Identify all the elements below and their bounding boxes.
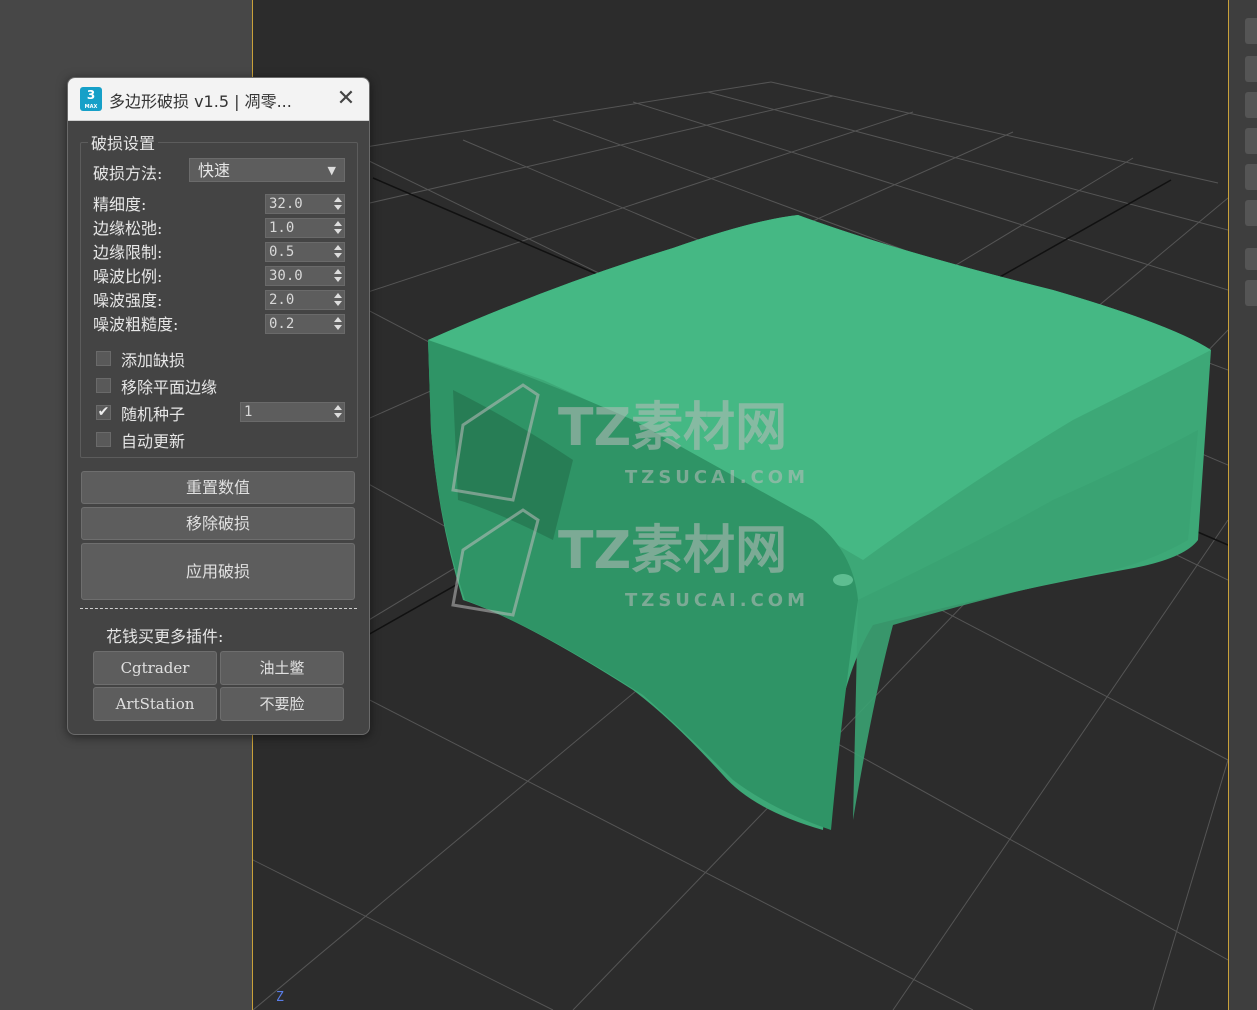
spinner-value[interactable]: 1 [244, 403, 252, 422]
3dsmax-app-icon: 3 MAX [80, 87, 102, 111]
app-icon-sub: MAX [84, 104, 98, 110]
right-toolbar-dropdown[interactable] [1245, 248, 1257, 270]
watermark-url-1: TZSUCAI.COM [625, 467, 809, 488]
param-label: 噪波强度: [93, 291, 163, 310]
right-toolbar [1229, 0, 1257, 1010]
param-label: 噪波比例: [93, 267, 163, 286]
noise-roughness-spinner[interactable]: 0.2 [265, 314, 345, 334]
param-label: 边缘松弛: [93, 219, 163, 238]
chevron-down-icon: ▼ [327, 164, 336, 177]
watermark-text-1: TZ素材网 [558, 398, 787, 458]
spinner-arrows-icon[interactable] [334, 196, 342, 212]
dialog-title: 多边形破损 v1.5 | 凋零... [109, 92, 292, 111]
spinner-arrows-icon[interactable] [334, 268, 342, 284]
artstation-link-button[interactable]: ArtStation [93, 687, 217, 721]
right-toolbar-button[interactable] [1245, 18, 1257, 44]
param-label: 边缘限制: [93, 243, 163, 262]
dialog-titlebar[interactable]: 3 MAX 多边形破损 v1.5 | 凋零... ✕ [68, 78, 369, 121]
noise-scale-spinner[interactable]: 30.0 [265, 266, 345, 286]
spinner-value[interactable]: 2.0 [269, 291, 294, 310]
spinner-value[interactable]: 32.0 [269, 195, 303, 214]
checkbox-label: 随机种子 [121, 405, 186, 424]
spinner-arrows-icon[interactable] [334, 244, 342, 260]
spinner-value[interactable]: 0.2 [269, 315, 294, 334]
promo-label: 花钱买更多插件: [106, 627, 224, 646]
edge-relax-spinner[interactable]: 1.0 [265, 218, 345, 238]
checkbox-label: 移除平面边缘 [121, 378, 218, 397]
random-seed-checkbox[interactable]: ✔ [96, 405, 111, 420]
viewport-scene: TZ素材网 TZSUCAI.COM TZ素材网 TZSUCAI.COM [253, 81, 1228, 1010]
app-icon-label: 3 [86, 88, 96, 102]
param-label: 噪波粗糙度: [93, 315, 179, 334]
checkbox-label: 自动更新 [121, 432, 186, 451]
param-label: 精细度: [93, 195, 147, 214]
axis-gizmo-z: Z [276, 990, 284, 1005]
separator [80, 608, 357, 609]
spinner-arrows-icon[interactable] [334, 404, 342, 420]
shameless-link-button[interactable]: 不要脸 [220, 687, 344, 721]
spinner-value[interactable]: 1.0 [269, 219, 294, 238]
broken-box-object[interactable] [428, 215, 1211, 830]
edge-limit-spinner[interactable]: 0.5 [265, 242, 345, 262]
remove-flat-edges-checkbox[interactable] [96, 378, 111, 393]
spinner-value[interactable]: 0.5 [269, 243, 294, 262]
checkbox-label: 添加缺损 [121, 351, 186, 370]
seed-spinner[interactable]: 1 [240, 402, 345, 422]
spinner-arrows-icon[interactable] [334, 316, 342, 332]
watermark-url-2: TZSUCAI.COM [625, 590, 809, 611]
reset-values-button[interactable]: 重置数值 [81, 471, 355, 504]
right-toolbar-button[interactable] [1245, 128, 1257, 154]
close-icon[interactable]: ✕ [331, 84, 361, 114]
watermark-text-2: TZ素材网 [558, 521, 787, 581]
method-dropdown[interactable]: 快速 ▼ [189, 158, 345, 182]
youtube-link-button[interactable]: 油土鳖 [220, 651, 344, 685]
spinner-value[interactable]: 30.0 [269, 267, 303, 286]
right-toolbar-button[interactable] [1245, 280, 1257, 306]
perspective-viewport[interactable]: TZ素材网 TZSUCAI.COM TZ素材网 TZSUCAI.COM [252, 0, 1229, 1010]
damage-settings-title: 破损设置 [88, 130, 159, 154]
auto-update-checkbox[interactable] [96, 432, 111, 447]
right-toolbar-button[interactable] [1245, 92, 1257, 118]
right-toolbar-button[interactable] [1245, 200, 1257, 226]
right-toolbar-button[interactable] [1245, 56, 1257, 82]
method-value: 快速 [198, 161, 231, 180]
method-label: 破损方法: [93, 164, 163, 183]
remove-damage-button[interactable]: 移除破损 [81, 507, 355, 540]
spinner-arrows-icon[interactable] [334, 292, 342, 308]
noise-strength-spinner[interactable]: 2.0 [265, 290, 345, 310]
cgtrader-link-button[interactable]: Cgtrader [93, 651, 217, 685]
spinner-arrows-icon[interactable] [334, 220, 342, 236]
poly-damage-dialog: 3 MAX 多边形破损 v1.5 | 凋零... ✕ 破损设置 破损方法: 快速… [67, 77, 370, 735]
detail-spinner[interactable]: 32.0 [265, 194, 345, 214]
add-chipping-checkbox[interactable] [96, 351, 111, 366]
apply-damage-button[interactable]: 应用破损 [81, 543, 355, 600]
right-toolbar-button[interactable] [1245, 164, 1257, 190]
